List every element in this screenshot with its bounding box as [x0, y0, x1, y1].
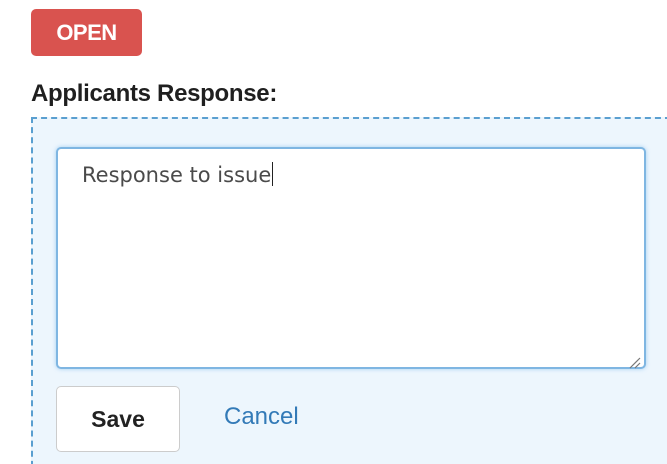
text-caret	[272, 162, 274, 186]
save-button[interactable]: Save	[56, 386, 180, 452]
issue-response-page: OPEN Applicants Response: Response to is…	[0, 0, 667, 464]
applicants-response-label: Applicants Response:	[31, 80, 278, 107]
resize-grip-icon[interactable]	[627, 350, 641, 369]
cancel-link[interactable]: Cancel	[224, 403, 299, 431]
status-badge: OPEN	[31, 9, 142, 56]
response-textarea[interactable]: Response to issue	[56, 147, 646, 369]
response-textarea-value: Response to issue	[82, 163, 272, 187]
